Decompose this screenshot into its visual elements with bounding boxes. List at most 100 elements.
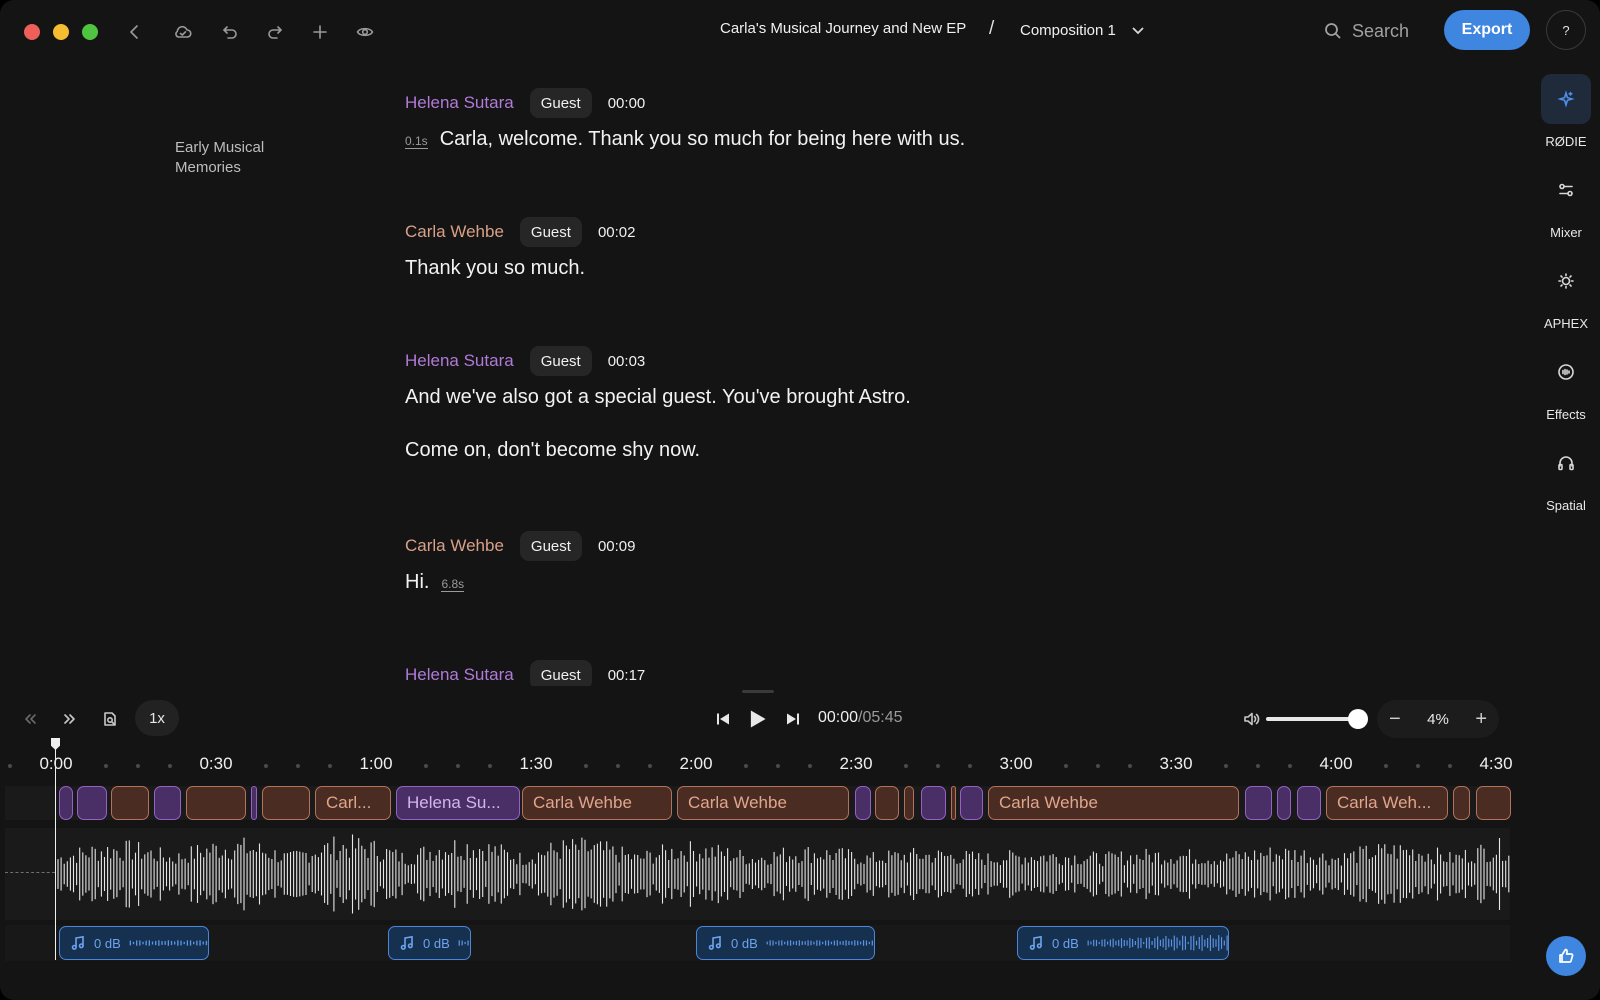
window-close-button[interactable] bbox=[24, 24, 40, 40]
speaker-clip[interactable] bbox=[1453, 786, 1470, 820]
speaker-role-badge[interactable]: Guest bbox=[529, 346, 592, 376]
speaker-clip[interactable]: Carl... bbox=[315, 786, 391, 820]
back-icon[interactable] bbox=[121, 18, 149, 46]
redo-icon[interactable] bbox=[261, 18, 289, 46]
speaker-clip[interactable] bbox=[251, 786, 257, 820]
segment-timestamp[interactable]: 00:17 bbox=[608, 667, 646, 684]
speaker-clip[interactable] bbox=[1476, 786, 1511, 820]
timeline-tick-dot bbox=[456, 764, 460, 768]
timeline-tick-label: 3:00 bbox=[999, 754, 1033, 773]
add-icon[interactable] bbox=[306, 18, 334, 46]
panel-resize-handle[interactable] bbox=[742, 690, 774, 693]
speaker-clip[interactable] bbox=[186, 786, 246, 820]
music-clip[interactable]: 0 dB bbox=[696, 926, 875, 960]
speaker-name[interactable]: Carla Wehbe bbox=[405, 222, 504, 242]
rail-item-spatial[interactable]: Spatial bbox=[1540, 438, 1592, 513]
speaker-clip[interactable] bbox=[1297, 786, 1321, 820]
transcript-line[interactable]: And we've also got a special guest. You'… bbox=[405, 386, 911, 409]
speaker-clip[interactable] bbox=[262, 786, 310, 820]
speaker-clip[interactable] bbox=[77, 786, 107, 820]
music-clip[interactable]: 0 dB bbox=[1017, 926, 1229, 960]
transcript-line[interactable]: Thank you so much. bbox=[405, 257, 635, 280]
timeline-tick-dot bbox=[8, 764, 12, 768]
follow-playhead-icon[interactable] bbox=[95, 704, 125, 734]
speaker-clip[interactable] bbox=[904, 786, 914, 820]
playhead[interactable] bbox=[55, 748, 56, 960]
speaker-clip[interactable] bbox=[921, 786, 946, 820]
composition-select[interactable]: Composition 1 bbox=[1020, 14, 1146, 46]
speaker-name[interactable]: Helena Sutara bbox=[405, 93, 514, 113]
segment-timestamp[interactable]: 00:03 bbox=[608, 353, 646, 370]
transcript-line[interactable]: 0.1s Carla, welcome. Thank you so much f… bbox=[405, 128, 965, 151]
music-clip[interactable]: 0 dB bbox=[59, 926, 209, 960]
rail-item-mixer[interactable]: Mixer bbox=[1540, 165, 1592, 240]
volume-slider[interactable] bbox=[1266, 717, 1358, 721]
previous-icon[interactable] bbox=[708, 704, 738, 734]
window-minimize-button[interactable] bbox=[53, 24, 69, 40]
chapter-title[interactable]: Early Musical Memories bbox=[175, 138, 315, 178]
pause-marker[interactable]: 6.8s bbox=[441, 577, 465, 592]
play-icon[interactable] bbox=[742, 704, 772, 734]
segment-timestamp[interactable]: 00:09 bbox=[598, 538, 636, 555]
speaker-clip[interactable]: Carla Wehbe bbox=[522, 786, 672, 820]
transcript-text[interactable]: Carla, welcome. Thank you so much for be… bbox=[440, 128, 965, 151]
speaker-name[interactable]: Helena Sutara bbox=[405, 665, 514, 685]
speaker-clip[interactable] bbox=[951, 786, 956, 820]
speaker-clip[interactable] bbox=[960, 786, 983, 820]
speaker-clip[interactable]: Carla Weh... bbox=[1326, 786, 1448, 820]
speaker-clip[interactable] bbox=[855, 786, 871, 820]
playback-speed-button[interactable]: 1x bbox=[135, 700, 179, 736]
preview-icon[interactable] bbox=[351, 18, 379, 46]
transcript-segment: Carla Wehbe Guest 00:09 Hi. 6.8s bbox=[405, 529, 635, 594]
undo-icon[interactable] bbox=[216, 18, 244, 46]
volume-slider-handle[interactable] bbox=[1348, 709, 1368, 729]
transcript-line[interactable]: Come on, don't become shy now. bbox=[405, 439, 911, 462]
segment-timestamp[interactable]: 00:00 bbox=[608, 95, 646, 112]
speaker-clip[interactable]: Carla Wehbe bbox=[988, 786, 1239, 820]
speaker-clip[interactable]: Carla Wehbe bbox=[677, 786, 849, 820]
zoom-in-button[interactable]: + bbox=[1475, 708, 1487, 731]
speaker-role-badge[interactable]: Guest bbox=[519, 531, 582, 561]
speaker-clip[interactable] bbox=[875, 786, 899, 820]
speaker-role-badge[interactable]: Guest bbox=[529, 660, 592, 686]
timeline-tick-dot bbox=[424, 764, 428, 768]
skip-back-icon[interactable] bbox=[15, 704, 45, 734]
rail-item-rodie[interactable]: RØDIE bbox=[1540, 74, 1592, 149]
transcript-text[interactable]: Hi. bbox=[405, 571, 429, 594]
speaker-clip[interactable]: Helena Su... bbox=[396, 786, 520, 820]
skip-forward-icon[interactable] bbox=[55, 704, 85, 734]
speaker-clip[interactable] bbox=[1245, 786, 1272, 820]
effects-icon bbox=[1541, 347, 1591, 397]
speaker-clip[interactable] bbox=[59, 786, 73, 820]
search-button[interactable]: Search bbox=[1324, 16, 1409, 46]
next-icon[interactable] bbox=[778, 704, 808, 734]
speaker-clip[interactable] bbox=[111, 786, 149, 820]
audio-waveform[interactable] bbox=[57, 828, 1511, 920]
timeline-ruler[interactable]: 0:00 0:30 1:00 1:30 2:00 2:30 3:00 3:30 4:00 4:30 bbox=[0, 748, 1512, 778]
speaker-name[interactable]: Carla Wehbe bbox=[405, 536, 504, 556]
speaker-role-badge[interactable]: Guest bbox=[529, 88, 592, 118]
speaker-clip[interactable] bbox=[1277, 786, 1291, 820]
transcript-text[interactable]: Come on, don't become shy now. bbox=[405, 439, 700, 462]
volume-icon[interactable] bbox=[1236, 704, 1266, 734]
feedback-button[interactable] bbox=[1546, 936, 1586, 976]
speaker-clip[interactable] bbox=[154, 786, 181, 820]
segment-timestamp[interactable]: 00:02 bbox=[598, 224, 636, 241]
cloud-sync-icon[interactable] bbox=[169, 18, 197, 46]
help-button[interactable]: ? bbox=[1546, 10, 1586, 50]
project-title[interactable]: Carla's Musical Journey and New EP bbox=[720, 20, 966, 37]
speaker-role-badge[interactable]: Guest bbox=[519, 217, 582, 247]
transcript-segment: Helena Sutara Guest 00:03 And we've also… bbox=[405, 344, 911, 462]
speaker-name[interactable]: Helena Sutara bbox=[405, 351, 514, 371]
transcript-text[interactable]: Thank you so much. bbox=[405, 257, 585, 280]
rail-item-effects[interactable]: Effects bbox=[1540, 347, 1592, 422]
music-note-icon bbox=[71, 935, 84, 950]
rail-item-aphex[interactable]: APHEX bbox=[1540, 256, 1592, 331]
export-button[interactable]: Export bbox=[1444, 10, 1530, 50]
music-clip[interactable]: 0 dB bbox=[388, 926, 471, 960]
zoom-out-button[interactable]: − bbox=[1389, 708, 1401, 731]
window-maximize-button[interactable] bbox=[82, 24, 98, 40]
pause-marker[interactable]: 0.1s bbox=[405, 134, 428, 149]
transcript-line[interactable]: Hi. 6.8s bbox=[405, 571, 635, 594]
transcript-text[interactable]: And we've also got a special guest. You'… bbox=[405, 386, 911, 409]
